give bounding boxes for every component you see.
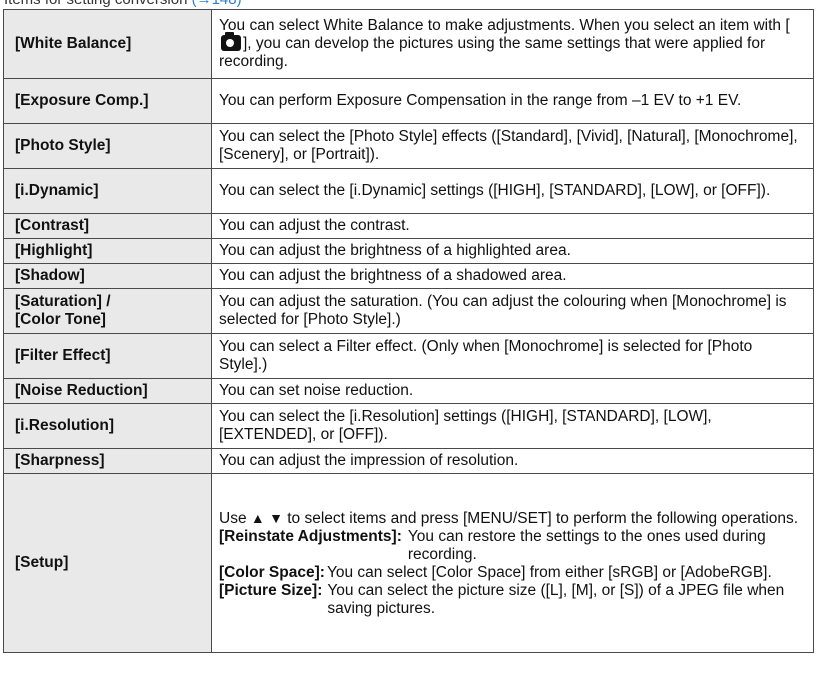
row-label: [Exposure Comp.] (3, 78, 212, 124)
row-label: [Filter Effect] (3, 333, 212, 379)
setup-item-term: [Reinstate Adjustments]: (219, 527, 402, 545)
setup-intro: Use ▲ ▼ to select items and press [MENU/… (219, 509, 803, 528)
row-label: [Setup] (3, 473, 212, 653)
row-label: [Sharpness] (3, 448, 212, 474)
table-row: [Noise Reduction] You can set noise redu… (3, 378, 814, 404)
row-label: [Noise Reduction] (3, 378, 212, 404)
row-description: You can select the [i.Resolution] settin… (211, 403, 814, 449)
table-row: [Filter Effect] You can select a Filter … (3, 333, 814, 379)
row-label: [Highlight] (3, 238, 212, 264)
table-row: [i.Resolution] You can select the [i.Res… (3, 403, 814, 449)
section-header: Items for setting conversion (→148) (4, 0, 242, 9)
row-description: You can adjust the contrast. (211, 213, 814, 239)
setup-item-term: [Picture Size]: (219, 581, 323, 599)
setup-item-term: [Color Space]: (219, 563, 325, 581)
down-arrow-icon: ▼ (269, 509, 283, 526)
row-description: You can select the [i.Dynamic] settings … (211, 168, 814, 214)
label-line: [Color Tone] (15, 311, 106, 328)
row-description: You can adjust the impression of resolut… (211, 448, 814, 474)
table-row-setup: [Setup] Use ▲ ▼ to select items and pres… (3, 473, 814, 653)
row-label: [Contrast] (3, 213, 212, 239)
row-description: You can select the [Photo Style] effects… (211, 123, 814, 169)
table-row: [Exposure Comp.] You can perform Exposur… (3, 78, 814, 124)
table-row: [Saturation] / [Color Tone] You can adju… (3, 288, 814, 334)
row-description: You can adjust the saturation. (You can … (211, 288, 814, 334)
intro-text: to select items and press [MENU/SET] to … (287, 509, 799, 527)
table-row: [Shadow] You can adjust the brightness o… (3, 263, 814, 289)
table-row: [Sharpness] You can adjust the impressio… (3, 448, 814, 474)
row-description: You can adjust the brightness of a highl… (211, 238, 814, 264)
row-label: [Shadow] (3, 263, 212, 289)
row-label: [Saturation] / [Color Tone] (3, 288, 212, 334)
up-arrow-icon: ▲ (250, 509, 265, 526)
row-label: [i.Resolution] (3, 403, 212, 449)
row-description: You can perform Exposure Compensation in… (211, 78, 814, 124)
table-row: [Contrast] You can adjust the contrast. (3, 213, 814, 239)
setup-item-reinstate: [Reinstate Adjustments]: You can restore… (219, 528, 803, 564)
section-header-text: Items for setting conversion (4, 0, 187, 8)
description-text: You can select White Balance to make adj… (219, 17, 790, 34)
row-label: [i.Dynamic] (3, 168, 212, 214)
table-row: [i.Dynamic] You can select the [i.Dynami… (3, 168, 814, 214)
table-row: [White Balance] You can select White Bal… (3, 9, 814, 79)
setup-item-picture-size: [Picture Size]: You can select the pictu… (219, 582, 803, 618)
intro-text: Use (219, 509, 247, 527)
label-line: [Saturation] / (15, 293, 111, 310)
table-row: [Photo Style] You can select the [Photo … (3, 123, 814, 169)
settings-table: [White Balance] You can select White Bal… (3, 9, 814, 653)
setup-item-desc: You can select [Color Space] from either… (326, 563, 772, 581)
row-description: You can select White Balance to make adj… (211, 9, 814, 79)
camera-icon (221, 32, 241, 51)
description-text: ], you can develop the pictures using th… (219, 35, 766, 70)
setup-item-color-space: [Color Space]: You can select [Color Spa… (219, 564, 803, 582)
row-description: You can adjust the brightness of a shado… (211, 263, 814, 289)
row-label: [White Balance] (3, 9, 212, 79)
row-description: You can select a Filter effect. (Only wh… (211, 333, 814, 379)
setup-item-desc: You can select the picture size ([L], [M… (327, 581, 785, 617)
table-row: [Highlight] You can adjust the brightnes… (3, 238, 814, 264)
setup-description: Use ▲ ▼ to select items and press [MENU/… (211, 473, 814, 653)
page-reference-link[interactable]: (→148) (192, 0, 242, 8)
row-label: [Photo Style] (3, 123, 212, 169)
row-description: You can set noise reduction. (211, 378, 814, 404)
setup-item-desc: You can restore the settings to the ones… (407, 527, 766, 563)
